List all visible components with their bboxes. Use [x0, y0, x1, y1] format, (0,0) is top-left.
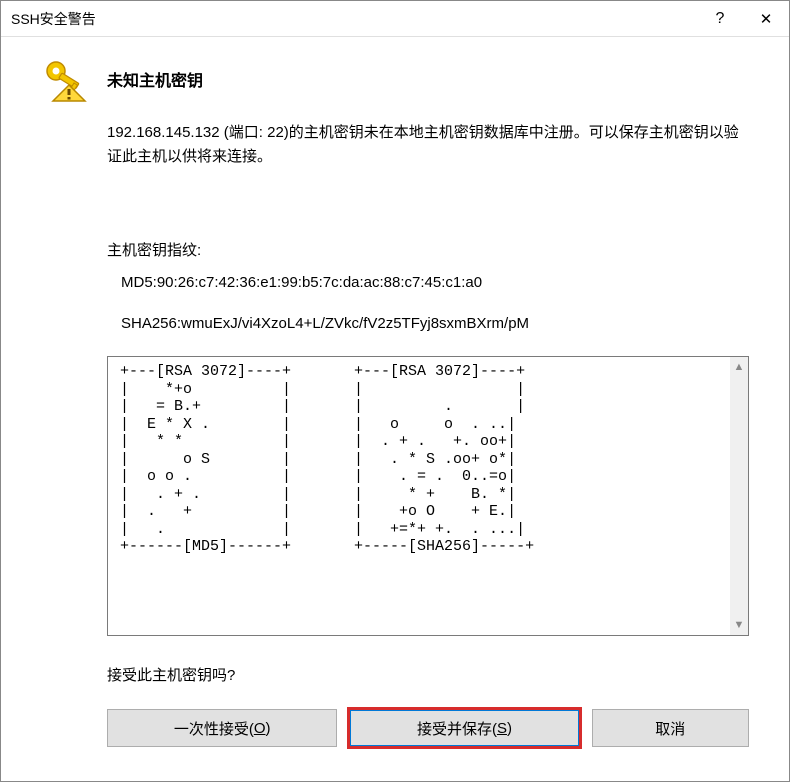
accept-save-accelerator: S	[497, 720, 507, 737]
window-title: SSH安全警告	[11, 9, 697, 29]
dialog-heading: 未知主机密钥	[107, 67, 203, 91]
scrollbar[interactable]: ▲ ▼	[730, 357, 748, 635]
button-row: 一次性接受(O) 接受并保存(S) 取消	[107, 709, 749, 747]
close-button[interactable]: ✕	[743, 1, 789, 37]
scroll-up-button[interactable]: ▲	[730, 357, 748, 377]
cancel-button[interactable]: 取消	[592, 709, 749, 747]
md5-fingerprint: MD5:90:26:c7:42:36:e1:99:b5:7c:da:ac:88:…	[121, 274, 749, 291]
accept-save-label-post: )	[507, 720, 512, 737]
accept-question-label: 接受此主机密钥吗?	[107, 664, 749, 685]
header-row: 未知主机密钥	[41, 57, 749, 105]
accept-once-button[interactable]: 一次性接受(O)	[107, 709, 337, 747]
randomart-box: +---[RSA 3072]----+ +---[RSA 3072]----+ …	[107, 356, 749, 636]
dialog-body-text: 192.168.145.132 (端口: 22)的主机密钥未在本地主机密钥数据库…	[107, 121, 749, 169]
sha256-fingerprint: SHA256:wmuExJ/vi4XzoL4+L/ZVkc/fV2z5TFyj8…	[121, 315, 749, 332]
help-button[interactable]: ?	[697, 1, 743, 37]
accept-once-label-pre: 一次性接受(	[174, 718, 254, 739]
key-warning-icon	[41, 57, 89, 105]
dialog-content: 未知主机密钥 192.168.145.132 (端口: 22)的主机密钥未在本地…	[1, 37, 789, 767]
scroll-down-button[interactable]: ▼	[730, 615, 748, 635]
titlebar: SSH安全警告 ? ✕	[1, 1, 789, 37]
randomart-text: +---[RSA 3072]----+ +---[RSA 3072]----+ …	[120, 363, 730, 629]
accept-once-label-post: )	[265, 720, 270, 737]
accept-save-label-pre: 接受并保存(	[417, 718, 497, 739]
accept-save-button[interactable]: 接受并保存(S)	[349, 709, 579, 747]
fingerprint-label: 主机密钥指纹:	[107, 239, 749, 260]
accept-once-accelerator: O	[254, 720, 266, 737]
